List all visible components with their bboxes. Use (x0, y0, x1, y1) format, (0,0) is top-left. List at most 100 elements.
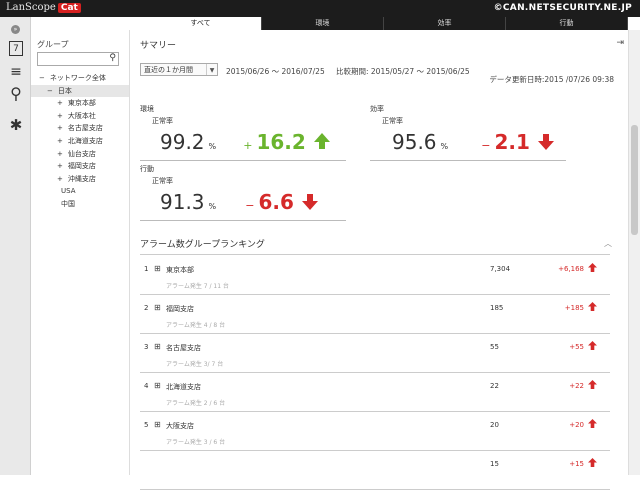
tree-node[interactable]: + 北海道支店 (31, 135, 129, 148)
collapse-icon[interactable]: » (11, 25, 20, 34)
tab-efficiency[interactable]: 効率 (384, 17, 506, 30)
change-sign: − (481, 139, 491, 152)
tree-node-label: 北海道支店 (67, 136, 103, 145)
tree-node-label: ネットワーク全体 (49, 74, 106, 82)
tab-environment[interactable]: 環境 (262, 17, 384, 30)
expand-icon[interactable]: + (57, 137, 63, 145)
scrollbar-thumb[interactable] (631, 125, 638, 235)
metric-change: 2.1 (494, 130, 530, 154)
compare-range: 比較期間: 2015/05/27 ～ 2015/06/25 (336, 67, 470, 76)
metric-behavior: 行動 正常率 91.3% −6.6 (140, 164, 346, 224)
tab-all[interactable]: すべて (140, 17, 262, 30)
ranking-row[interactable]: ⊞ 4 北海道支店 アラーム発生 2 / 6 台 22 +22 (140, 372, 610, 412)
rank-number: 2 (144, 304, 149, 312)
metric-change: 16.2 (256, 130, 306, 154)
page-title: サマリー (140, 41, 177, 51)
metric-sublabel: 正常率 (152, 117, 173, 125)
search-icon[interactable]: ⚲ (109, 53, 116, 63)
divider (370, 160, 566, 161)
metric-label: 行動 (140, 165, 154, 173)
period-value: 直近の１か月間 (144, 66, 193, 74)
ranking-row[interactable]: ⊞ 2 福岡支店 アラーム発生 4 / 8 台 185 +185 (140, 294, 610, 334)
scrollbar[interactable] (628, 30, 640, 475)
expand-icon[interactable]: + (57, 124, 63, 132)
expand-icon[interactable]: + (57, 175, 63, 183)
tree-node-label: USA (61, 187, 76, 196)
tree-node-label: 日本 (57, 86, 72, 95)
alarm-machines: アラーム発生 3 / 6 台 (166, 439, 226, 446)
alarm-machines: アラーム発生 3/ 7 台 (166, 361, 224, 368)
logo-text: LanScope (6, 2, 56, 13)
tree-node[interactable]: + 大阪本社 (31, 110, 129, 123)
group-icon: ⊞ (154, 420, 161, 429)
collapse-node-icon[interactable]: − (47, 87, 53, 95)
tree-node[interactable]: − 日本 (31, 84, 129, 98)
group-search-input[interactable]: ⚲ (37, 52, 119, 66)
ranking-title: アラーム数グループランキング (140, 240, 265, 250)
group-icon: ⊞ (154, 381, 161, 390)
arrow-up-icon (313, 130, 331, 154)
divider (140, 220, 346, 221)
group-name: 福岡支店 (166, 305, 194, 313)
tree-node-label: 中国 (61, 199, 75, 208)
gear-icon[interactable]: ✱ (8, 117, 24, 133)
document-icon[interactable]: ≡ (8, 64, 24, 80)
group-name: 東京本部 (166, 266, 194, 274)
group-icon: ⊞ (154, 342, 161, 351)
arrow-up-icon (588, 458, 597, 469)
alarm-count: 15 (490, 460, 499, 468)
tree-node[interactable]: − ネットワーク全体 (31, 72, 129, 85)
metric-unit: % (208, 202, 217, 211)
collapse-node-icon[interactable]: − (39, 74, 45, 82)
expand-icon[interactable]: + (57, 112, 63, 120)
tab-behavior[interactable]: 行動 (506, 17, 628, 30)
group-name: 北海道支店 (166, 383, 201, 391)
tree-node[interactable]: + 福岡支店 (31, 160, 129, 173)
chevron-up-icon[interactable]: ︿ (604, 238, 612, 249)
metric-efficiency: 効率 正常率 95.6% −2.1 (370, 104, 576, 164)
alarm-machines: アラーム発生 7 / 11 台 (166, 283, 229, 290)
arrow-up-icon (588, 380, 597, 391)
icon-bar: » 7 ≡ ⚲ ✱ (0, 17, 31, 475)
tree-node[interactable]: + 仙台支店 (31, 148, 129, 161)
alarm-delta: +20 (569, 421, 584, 429)
ranking-row[interactable]: ⊞ 5 大阪支店 アラーム発生 3 / 6 台 20 +20 (140, 411, 610, 451)
metric-sublabel: 正常率 (382, 117, 403, 125)
title-bar: LanScope Cat ©CAN.NETSECURITY.NE.JP (0, 0, 640, 17)
export-icon[interactable]: ⇥ (616, 38, 624, 48)
divider (140, 160, 346, 161)
chevron-down-icon[interactable]: ▼ (206, 64, 217, 75)
expand-icon[interactable]: + (57, 150, 63, 158)
ranking-row[interactable]: ⊞ 3 名古屋支店 アラーム発生 3/ 7 台 55 +55 (140, 333, 610, 373)
tree-node[interactable]: USA (31, 185, 129, 198)
ranking-row[interactable]: ⊞ 1 東京本部 アラーム発生 7 / 11 台 7,304 +6,168 (140, 255, 610, 295)
date-range: 2015/06/26 ～ 2016/07/25 (226, 67, 325, 76)
search-icon[interactable]: ⚲ (8, 86, 24, 102)
alarm-delta: +22 (569, 382, 584, 390)
updated-time: データ更新日時:2015 /07/26 09:38 (489, 75, 614, 84)
expand-icon[interactable]: + (57, 99, 63, 107)
period-select[interactable]: 直近の１か月間 ▼ (140, 63, 218, 76)
tree-node[interactable]: 中国 (31, 198, 129, 211)
rank-number: 1 (144, 265, 149, 273)
calendar-icon[interactable]: 7 (9, 41, 23, 56)
tree-node[interactable]: + 沖縄支店 (31, 173, 129, 186)
metric-label: 効率 (370, 105, 384, 113)
main-panel: サマリー ⇥ 直近の１か月間 ▼ 2015/06/26 ～ 2016/07/25… (130, 30, 628, 490)
metric-value: 99.2 (160, 130, 205, 154)
expand-icon[interactable]: + (57, 162, 63, 170)
change-sign: + (243, 139, 253, 152)
ranking-row[interactable]: 15 +15 (140, 450, 610, 490)
arrow-up-icon (588, 419, 597, 430)
rank-number: 5 (144, 421, 149, 429)
arrow-up-icon (588, 263, 597, 274)
group-icon: ⊞ (154, 303, 161, 312)
alarm-delta: +55 (569, 343, 584, 351)
group-name: 大阪支店 (166, 422, 194, 430)
tree-node-label: 大阪本社 (67, 111, 96, 120)
tree-node[interactable]: + 東京本部 (31, 97, 129, 110)
metric-change: 6.6 (258, 190, 294, 214)
alarm-machines: アラーム発生 4 / 8 台 (166, 322, 226, 329)
sidebar-title: グループ (37, 40, 69, 49)
tree-node[interactable]: + 名古屋支店 (31, 122, 129, 135)
